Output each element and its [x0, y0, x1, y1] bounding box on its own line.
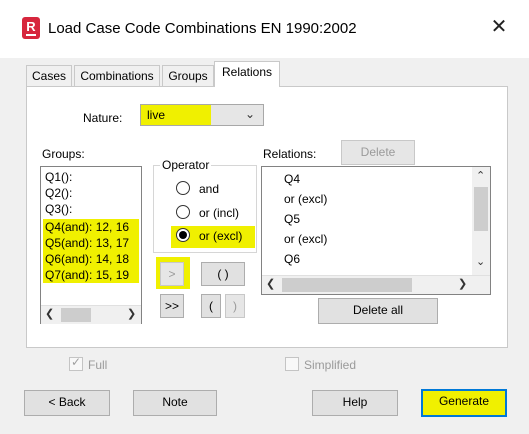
relations-horizontal-scrollbar[interactable]: ❮ ❯ — [262, 275, 490, 294]
relations-vertical-scrollbar[interactable]: ⌃ ⌄ — [472, 167, 490, 275]
list-item[interactable]: Q5(and): 13, 17 — [45, 235, 129, 251]
operator-radio-and[interactable] — [176, 181, 190, 195]
full-label: Full — [88, 358, 108, 372]
chevron-down-icon: ⌄ — [244, 107, 255, 121]
tab-combinations[interactable]: Combinations — [74, 65, 160, 87]
close-paren-button[interactable]: ) — [225, 294, 245, 318]
operator-radio-or-incl[interactable] — [176, 205, 190, 219]
list-item[interactable]: Q7(and): 15, 19 — [45, 267, 129, 283]
chevron-right-icon[interactable]: ❯ — [458, 277, 467, 290]
chevron-right-icon[interactable]: ❯ — [127, 307, 136, 320]
tab-relations[interactable]: Relations — [214, 61, 280, 87]
chevron-up-icon[interactable]: ⌃ — [476, 169, 485, 182]
operator-label-or-excl: or (excl) — [199, 229, 243, 243]
list-item[interactable]: Q4 — [284, 171, 300, 187]
generate-button[interactable]: Generate — [421, 389, 507, 417]
note-button[interactable]: Note — [133, 390, 217, 416]
relations-label: Relations: — [263, 147, 317, 161]
scrollbar-thumb[interactable] — [61, 308, 91, 322]
scrollbar-thumb[interactable] — [282, 278, 412, 292]
close-icon[interactable]: ✕ — [488, 16, 510, 38]
scrollbar-thumb[interactable] — [474, 187, 488, 231]
tab-groups[interactable]: Groups — [162, 65, 214, 87]
list-item[interactable]: Q5 — [284, 211, 300, 227]
nature-select[interactable]: live ⌄ — [140, 104, 264, 126]
back-button[interactable]: < Back — [24, 390, 110, 416]
nature-select-value: live — [147, 108, 166, 122]
chevron-left-icon[interactable]: ❮ — [45, 307, 54, 320]
open-paren-button[interactable]: ( — [201, 294, 221, 318]
simplified-checkbox[interactable] — [285, 357, 299, 371]
list-item[interactable]: or (excl) — [284, 191, 327, 207]
chevron-down-icon[interactable]: ⌄ — [476, 255, 485, 268]
operator-radio-or-excl[interactable] — [176, 228, 190, 242]
operator-label: Operator — [160, 158, 212, 172]
operator-label-or-incl: or (incl) — [199, 206, 240, 220]
list-item[interactable]: Q6(and): 14, 18 — [45, 251, 129, 267]
check-icon: ✓ — [71, 355, 82, 369]
relations-list[interactable]: Q4 or (excl) Q5 or (excl) Q6 ⌃ ⌄ ❮ ❯ — [261, 166, 491, 295]
groups-label: Groups: — [42, 147, 85, 161]
tab-cases[interactable]: Cases — [26, 65, 72, 87]
list-item[interactable]: Q6 — [284, 251, 300, 267]
delete-all-button[interactable]: Delete all — [318, 298, 438, 324]
parens-button[interactable]: ( ) — [201, 262, 245, 286]
groups-horizontal-scrollbar[interactable]: ❮ ❯ — [41, 305, 141, 324]
add-button[interactable]: > — [160, 262, 184, 286]
list-item[interactable]: Q3(): — [45, 201, 72, 217]
delete-button[interactable]: Delete — [341, 140, 415, 165]
full-checkbox[interactable]: ✓ — [69, 355, 83, 371]
groups-list[interactable]: Q1(): Q2(): Q3(): Q4(and): 12, 16 Q5(and… — [40, 166, 142, 324]
help-button[interactable]: Help — [312, 390, 398, 416]
list-item[interactable]: Q1(): — [45, 169, 72, 185]
nature-label: Nature: — [83, 111, 123, 125]
robot-app-icon: R — [22, 17, 40, 39]
simplified-label: Simplified — [304, 358, 357, 372]
list-item[interactable]: Q4(and): 12, 16 — [45, 219, 129, 235]
add-all-button[interactable]: >> — [160, 294, 184, 318]
list-item[interactable]: or (excl) — [284, 231, 327, 247]
operator-label-and: and — [199, 182, 220, 196]
chevron-left-icon[interactable]: ❮ — [266, 277, 275, 290]
window-title: Load Case Code Combinations EN 1990:2002 — [48, 20, 357, 37]
list-item[interactable]: Q2(): — [45, 185, 72, 201]
